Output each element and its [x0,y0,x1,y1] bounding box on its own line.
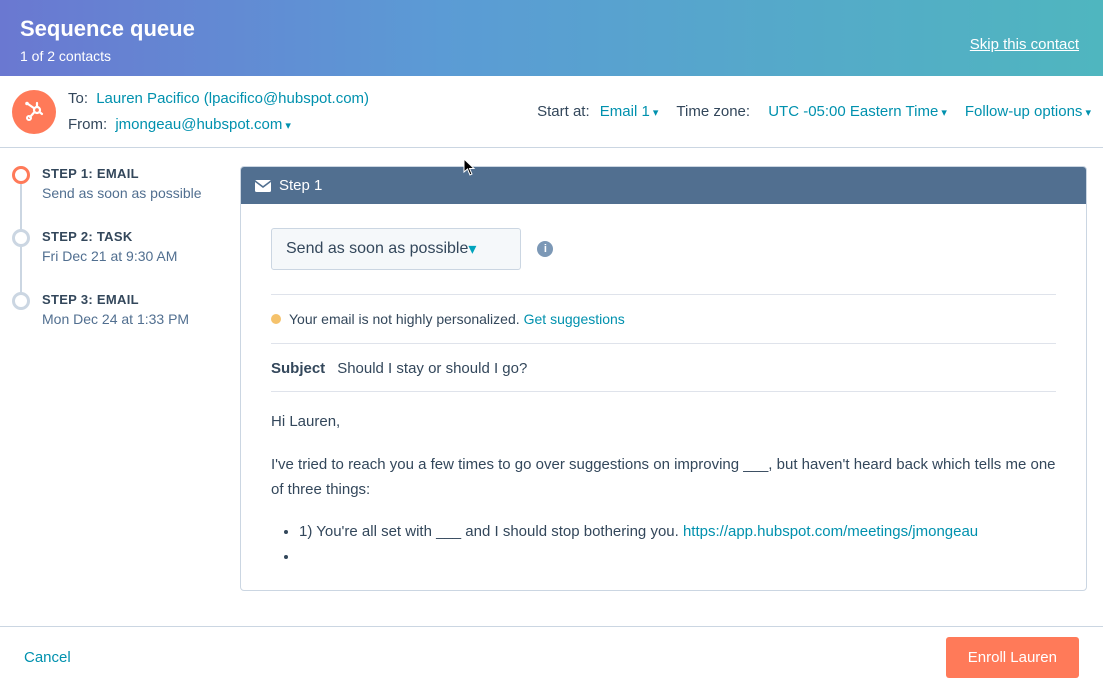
header-text-block: Sequence queue 1 of 2 contacts [20,16,195,64]
skip-contact-link[interactable]: Skip this contact [970,36,1079,53]
panel-header: Step 1 [241,167,1086,204]
step-editor-panel: Step 1 Send as soon as possible ▾ i Your… [240,166,1087,591]
cancel-button[interactable]: Cancel [24,649,71,666]
content-fade [0,598,1103,626]
email-bullet-list: 1) You're all set with ___ and I should … [271,520,1056,570]
step-connector [20,247,22,298]
list-item: 1) You're all set with ___ and I should … [299,520,1056,545]
from-line: From: jmongeau@hubspot.com [68,112,537,138]
personalize-text: Your email is not highly personalized. [289,311,520,327]
editor-column: Step 1 Send as soon as possible ▾ i Your… [240,166,1103,591]
step-2-title: STEP 2: TASK [42,229,177,244]
to-line: To: Lauren Pacifico (lpacifico@hubspot.c… [68,86,537,112]
envelope-icon [255,180,271,192]
to-label: To: [68,90,88,107]
bullet-1-text: 1) You're all set with ___ and I should … [299,523,683,540]
timezone-label: Time zone: [676,103,750,120]
start-at-group: Start at: Email 1 [537,103,658,120]
followup-options-dropdown[interactable]: Follow-up options [965,103,1091,120]
step-item-2[interactable]: STEP 2: TASK Fri Dec 21 at 9:30 AM [12,229,240,292]
page-title: Sequence queue [20,16,195,42]
step-bullet-active [12,166,30,184]
step-bullet [12,229,30,247]
sprocket-icon [22,100,46,124]
warning-dot-icon [271,314,281,324]
chevron-down-icon: ▾ [468,239,476,259]
contact-progress: 1 of 2 contacts [20,48,195,64]
meeting-link[interactable]: https://app.hubspot.com/meetings/jmongea… [683,523,978,540]
timezone-group: Time zone: UTC -05:00 Eastern Time [676,103,946,120]
step-2-sub: Fri Dec 21 at 9:30 AM [42,248,177,264]
subject-label: Subject [271,360,325,377]
subject-value[interactable]: Should I stay or should I go? [337,360,527,377]
divider [271,343,1056,344]
main-content: STEP 1: EMAIL Send as soon as possible S… [0,148,1103,591]
panel-body: Send as soon as possible ▾ i Your email … [241,204,1086,590]
info-icon[interactable]: i [537,241,553,257]
step-1-title: STEP 1: EMAIL [42,166,202,181]
email-para-1: I've tried to reach you a few times to g… [271,453,1056,503]
enroll-button[interactable]: Enroll Lauren [946,637,1079,678]
subject-row: Subject Should I stay or should I go? [271,360,1056,392]
sequence-header: Sequence queue 1 of 2 contacts Skip this… [0,0,1103,76]
panel-title: Step 1 [279,177,322,194]
from-to-block: To: Lauren Pacifico (lpacifico@hubspot.c… [68,86,537,137]
list-item-empty [299,545,1056,570]
divider [271,294,1056,295]
start-at-label: Start at: [537,103,590,120]
email-greeting: Hi Lauren, [271,410,1056,435]
personalization-warning: Your email is not highly personalized. G… [271,311,1056,327]
start-at-dropdown[interactable]: Email 1 [600,103,659,120]
step-text: STEP 2: TASK Fri Dec 21 at 9:30 AM [42,229,177,264]
footer-bar: Cancel Enroll Lauren [0,626,1103,688]
step-bullet [12,292,30,310]
send-timing-select[interactable]: Send as soon as possible ▾ [271,228,521,270]
step-3-sub: Mon Dec 24 at 1:33 PM [42,311,189,327]
send-timing-value: Send as soon as possible [286,240,468,258]
step-item-3[interactable]: STEP 3: EMAIL Mon Dec 24 at 1:33 PM [12,292,240,355]
step-text: STEP 1: EMAIL Send as soon as possible [42,166,202,201]
timing-row: Send as soon as possible ▾ i [271,228,1056,270]
step-1-sub: Send as soon as possible [42,185,202,201]
email-body-editor[interactable]: Hi Lauren, I've tried to reach you a few… [271,410,1056,570]
to-contact-link[interactable]: Lauren Pacifico (lpacifico@hubspot.com) [96,90,369,107]
from-email-dropdown[interactable]: jmongeau@hubspot.com [115,116,291,133]
get-suggestions-link[interactable]: Get suggestions [524,311,625,327]
from-label: From: [68,116,107,133]
timezone-dropdown[interactable]: UTC -05:00 Eastern Time [768,103,947,120]
hubspot-logo-icon [12,90,56,134]
step-text: STEP 3: EMAIL Mon Dec 24 at 1:33 PM [42,292,189,327]
step-3-title: STEP 3: EMAIL [42,292,189,307]
steps-sidebar: STEP 1: EMAIL Send as soon as possible S… [12,166,240,591]
meta-options: Start at: Email 1 Time zone: UTC -05:00 … [537,103,1091,120]
step-connector [20,184,22,235]
step-item-1[interactable]: STEP 1: EMAIL Send as soon as possible [12,166,240,229]
email-meta-bar: To: Lauren Pacifico (lpacifico@hubspot.c… [0,76,1103,148]
